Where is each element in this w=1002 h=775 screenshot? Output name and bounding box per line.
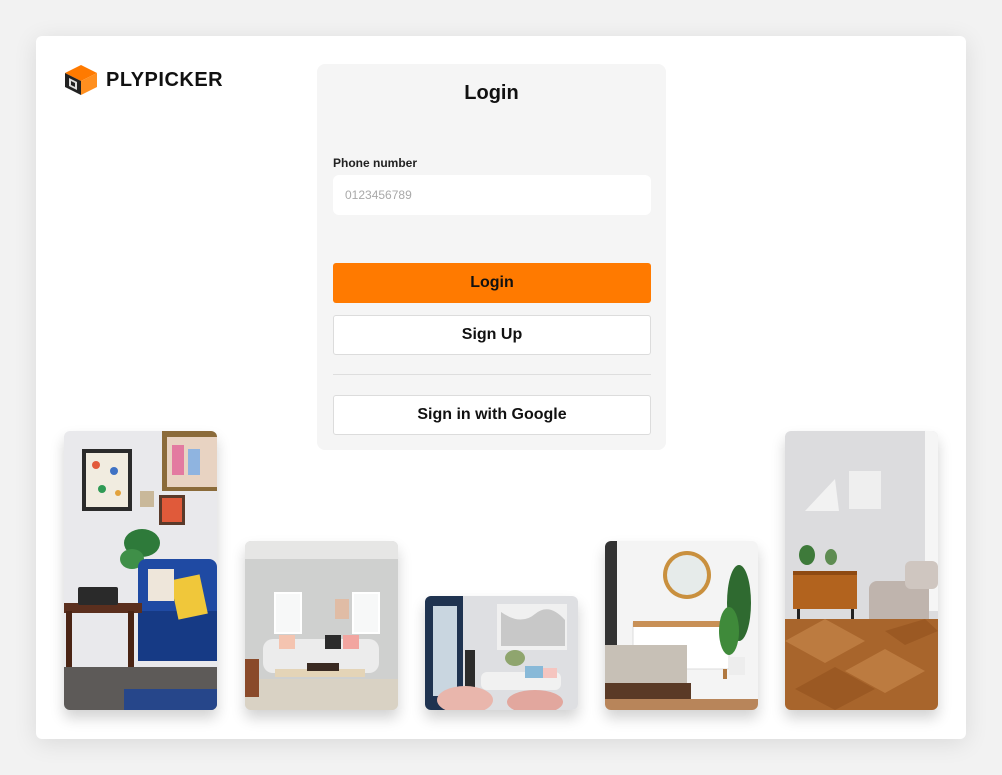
bedroom-round-mirror-photo — [605, 541, 758, 710]
google-sign-in-button[interactable]: Sign in with Google — [333, 395, 651, 435]
brand-name: PLYPICKER — [106, 68, 224, 91]
wooden-floor-room-photo — [785, 431, 938, 710]
divider — [333, 374, 651, 375]
phone-number-input[interactable] — [333, 175, 651, 215]
app-window: PLYPICKER Login Phone number Login Sign … — [36, 36, 966, 739]
phone-number-label: Phone number — [333, 156, 418, 170]
pink-chairs-living-room-photo — [425, 596, 578, 710]
login-title: Login — [464, 82, 519, 104]
login-card: Login Phone number Login Sign Up Sign in… — [317, 64, 666, 450]
brand-logo[interactable]: PLYPICKER — [64, 64, 223, 96]
plypicker-cube-icon — [64, 64, 98, 96]
sign-up-button[interactable]: Sign Up — [333, 315, 651, 355]
white-sofa-living-room-photo — [245, 541, 398, 710]
login-button[interactable]: Login — [333, 263, 651, 303]
blue-sofa-living-room-photo — [64, 431, 217, 710]
